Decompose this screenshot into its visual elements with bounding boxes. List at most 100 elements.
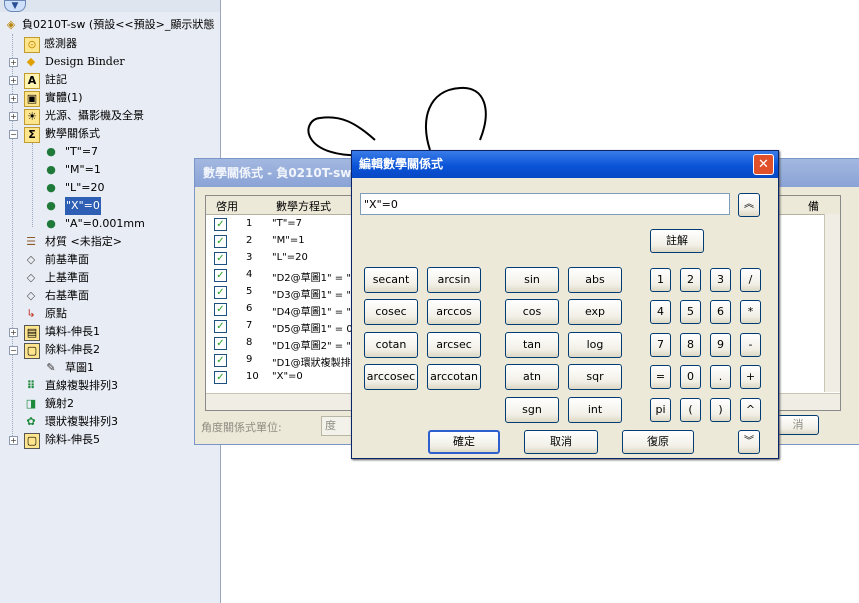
cancel-button[interactable]: 取消 [524,430,598,454]
binder-icon: ◆ [26,55,36,68]
key-9[interactable]: 9 [710,333,731,357]
collapse-icon[interactable]: − [9,346,18,355]
vertical-scrollbar[interactable] [824,214,840,392]
enable-checkbox[interactable]: ✓ [214,218,227,231]
enable-checkbox[interactable]: ✓ [214,269,227,282]
atn-button[interactable]: atn [505,364,559,390]
expand-icon[interactable]: + [9,328,18,337]
tan-button[interactable]: tan [505,332,559,358]
tree-item-label: 草圖1 [65,361,94,374]
dialog-title[interactable]: 編輯數學關係式 [352,151,778,178]
tree-toolbar [0,0,220,12]
tree-item-label: "T"=7 [65,145,99,158]
arcsin-button[interactable]: arcsin [427,267,481,293]
open-paren-key[interactable]: ( [680,398,701,422]
origin-icon: ↳ [26,307,36,320]
enable-checkbox[interactable]: ✓ [214,320,227,333]
partial-button[interactable]: 消 [777,415,819,435]
power-key[interactable]: ^ [740,398,761,422]
edit-equation-dialog: 編輯數學關係式 ✕ "X"=0 ︽ 註解 確定 取消 復原 ︾ secant ar… [351,150,779,459]
collapse-up-icon[interactable]: ︽ [738,193,760,217]
equation-text: "L"=20 [272,252,308,263]
tree-item-label: 註記 [45,73,67,86]
secant-button[interactable]: secant [364,267,418,293]
sqr-button[interactable]: sqr [568,364,622,390]
ok-button[interactable]: 確定 [428,430,500,454]
plane-icon: ◇ [26,253,36,266]
globe-icon: ● [46,163,56,176]
cosec-button[interactable]: cosec [364,299,418,325]
expression-input[interactable]: "X"=0 [360,193,730,215]
cut-extrude-icon: ▢ [24,433,40,449]
column-header-enable[interactable]: 啓用 [216,198,238,214]
plus-key[interactable]: + [740,365,761,389]
collapse-icon[interactable]: − [9,130,18,139]
comment-button[interactable]: 註解 [650,229,704,253]
arcsec-button[interactable]: arcsec [427,332,481,358]
expand-icon[interactable]: + [9,58,18,67]
key-7[interactable]: 7 [650,333,671,357]
minus-key[interactable]: - [740,333,761,357]
equation-text: "X"=0 [272,371,303,382]
pi-key[interactable]: pi [650,398,671,422]
close-paren-key[interactable]: ) [710,398,731,422]
enable-checkbox[interactable]: ✓ [214,371,227,384]
decimal-key[interactable]: . [710,365,731,389]
sensor-folder-icon: ⊙ [24,37,40,53]
column-header-equation[interactable]: 數學方程式 [276,198,331,214]
key-8[interactable]: 8 [680,333,701,357]
cos-button[interactable]: cos [505,299,559,325]
enable-checkbox[interactable]: ✓ [214,303,227,316]
sgn-button[interactable]: sgn [505,397,559,423]
equation-number: 7 [246,320,253,331]
expand-icon[interactable]: + [9,76,18,85]
arccotan-button[interactable]: arccotan [427,364,481,390]
enable-checkbox[interactable]: ✓ [214,235,227,248]
key-5[interactable]: 5 [680,300,701,324]
multiply-key[interactable]: * [740,300,761,324]
equation-text: "T"=7 [272,218,303,229]
equation-number: 6 [246,303,253,314]
key-2[interactable]: 2 [680,268,701,292]
mirror-icon: ◨ [25,397,37,410]
tree-item-label: 光源、攝影機及全景 [45,109,144,122]
enable-checkbox[interactable]: ✓ [214,354,227,367]
expand-icon[interactable]: + [9,436,18,445]
equals-key[interactable]: = [650,365,671,389]
boss-extrude-icon: ▤ [24,325,40,341]
key-6[interactable]: 6 [710,300,731,324]
enable-checkbox[interactable]: ✓ [214,286,227,299]
expand-icon[interactable]: + [9,112,18,121]
globe-icon: ● [46,199,56,212]
divide-key[interactable]: / [740,268,761,292]
arccos-button[interactable]: arccos [427,299,481,325]
key-0[interactable]: 0 [680,365,701,389]
int-button[interactable]: int [568,397,622,423]
close-icon[interactable]: ✕ [753,154,774,175]
enable-checkbox[interactable]: ✓ [214,337,227,350]
expand-down-icon[interactable]: ︾ [738,430,760,454]
cotan-button[interactable]: cotan [364,332,418,358]
sin-button[interactable]: sin [505,267,559,293]
annotation-icon: A [24,73,40,89]
equation-text: "D2@草圖1" = " [272,273,351,284]
log-button[interactable]: log [568,332,622,358]
enable-checkbox[interactable]: ✓ [214,252,227,265]
tree-item-label: 材質 <未指定> [45,235,122,248]
column-header-notes[interactable]: 備 [808,198,819,214]
filter-icon[interactable]: ▼ [4,0,26,12]
key-4[interactable]: 4 [650,300,671,324]
abs-button[interactable]: abs [568,267,622,293]
arccosec-button[interactable]: arccosec [364,364,418,390]
key-3[interactable]: 3 [710,268,731,292]
expand-icon[interactable]: + [9,94,18,103]
key-1[interactable]: 1 [650,268,671,292]
undo-button[interactable]: 復原 [622,430,694,454]
exp-button[interactable]: exp [568,299,622,325]
tree-item-label: 前基準面 [45,253,89,266]
sketch-icon: ✎ [46,361,56,374]
equation-number: 3 [246,252,253,263]
tree-root-label: 負0210T-sw (預設<<預設>_顯示狀態 [22,18,215,31]
equation-text: "D5@草圖1" = 0 [272,324,353,335]
tree-item-label: 除料-伸長2 [45,343,100,356]
